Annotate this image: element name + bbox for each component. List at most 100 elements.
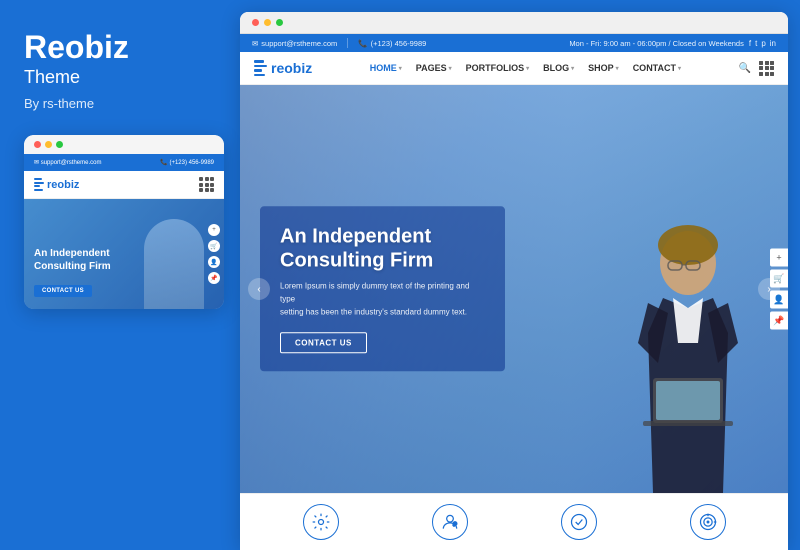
bottom-icon-person: $ — [432, 504, 468, 540]
menu-item-shop[interactable]: SHOP ▾ — [588, 63, 619, 73]
twitter-icon[interactable]: t — [755, 39, 757, 48]
settings-icon — [303, 504, 339, 540]
instagram-icon[interactable]: in — [770, 39, 776, 48]
chevron-down-icon: ▾ — [526, 65, 529, 72]
grid-dot — [199, 183, 203, 187]
desktop-logo-bar-2 — [254, 65, 267, 68]
facebook-icon[interactable]: f — [749, 39, 751, 48]
topbar-email: ✉ support@rstheme.com — [252, 39, 337, 48]
grid-dot — [205, 188, 209, 192]
menu-portfolios-label: PORTFOLIOS — [466, 63, 525, 73]
right-panel: ✉ support@rstheme.com 📞 (+123) 456-9989 … — [240, 12, 788, 550]
menu-item-pages[interactable]: PAGES ▾ — [416, 63, 452, 73]
menu-shop-label: SHOP — [588, 63, 614, 73]
mobile-mockup: ✉ support@rstheme.com 📞 (+123) 456-9989 … — [24, 135, 224, 309]
hero-body-text: Lorem Ipsum is simply dummy text of the … — [280, 280, 485, 318]
person-icon: $ — [432, 504, 468, 540]
topbar-hours: Mon - Fri: 9:00 am - 06:00pm / Closed on… — [569, 39, 744, 48]
target-icon — [690, 504, 726, 540]
desktop-logo-bar-4 — [254, 74, 265, 77]
hero-content-box: An IndependentConsulting Firm Lorem Ipsu… — [260, 206, 505, 371]
topbar-left: ✉ support@rstheme.com 📞 (+123) 456-9989 — [252, 38, 426, 48]
logo-bar-2 — [34, 182, 44, 184]
theme-by: By rs-theme — [24, 96, 216, 111]
menu-item-blog[interactable]: BLOG ▾ — [543, 63, 574, 73]
dot-green — [56, 141, 63, 148]
mobile-side-icon-pin[interactable]: 📌 — [208, 272, 220, 284]
mobile-nav: reobiz — [24, 171, 224, 199]
chevron-down-icon: ▾ — [571, 65, 574, 72]
hero-side-icon-user[interactable]: 👤 — [770, 291, 788, 309]
mobile-email: ✉ support@rstheme.com — [34, 159, 101, 166]
mobile-logo: reobiz — [34, 178, 79, 191]
menu-contact-label: CONTACT — [633, 63, 676, 73]
theme-subtitle: Theme — [24, 67, 216, 88]
mobile-logo-text: reobiz — [47, 179, 79, 191]
menu-home-label: HOME — [370, 63, 397, 73]
hero-person-area — [558, 85, 758, 493]
search-icon[interactable]: 🔍 — [739, 63, 751, 74]
topbar-phone: 📞 (+123) 456-9989 — [358, 39, 426, 48]
bottom-icons-section: $ — [240, 493, 788, 550]
nav-grid-icon[interactable] — [759, 61, 774, 76]
email-icon: ✉ — [252, 39, 258, 48]
check-icon — [561, 504, 597, 540]
hero-side-icons: + 🛒 👤 📌 — [770, 249, 788, 330]
dot-yellow — [45, 141, 52, 148]
person-silhouette — [568, 223, 758, 493]
menu-pages-label: PAGES — [416, 63, 447, 73]
menu-item-home[interactable]: HOME ▾ — [370, 63, 402, 73]
grid-dot — [210, 177, 214, 181]
browser-dot-green — [276, 19, 283, 26]
mobile-topbar-info: ✉ support@rstheme.com 📞 (+123) 456-9989 — [24, 154, 224, 171]
chevron-down-icon: ▾ — [449, 65, 452, 72]
mobile-cta-button[interactable]: CONTACT US — [34, 285, 92, 297]
left-panel: Reobiz Theme By rs-theme ✉ support@rsthe… — [0, 0, 240, 550]
grid-dot — [210, 183, 214, 187]
mobile-browser-bar — [24, 135, 224, 154]
slider-prev-button[interactable]: ‹ — [248, 278, 270, 300]
grid-dot — [205, 183, 209, 187]
menu-blog-label: BLOG — [543, 63, 569, 73]
hero-cta-button[interactable]: CONTACT US — [280, 333, 367, 354]
desktop-logo-bars-icon — [254, 60, 267, 76]
phone-icon: 📞 — [358, 39, 367, 48]
logo-bar-1 — [34, 178, 42, 180]
pinterest-icon[interactable]: p — [761, 39, 765, 48]
desktop-menu: HOME ▾ PAGES ▾ PORTFOLIOS ▾ BLOG ▾ SHOP … — [370, 63, 681, 73]
nav-icons: 🔍 — [739, 61, 774, 76]
topbar-divider — [347, 38, 348, 48]
chevron-down-icon: ▾ — [399, 65, 402, 72]
chevron-down-icon: ▾ — [616, 65, 619, 72]
browser-chrome — [240, 12, 788, 34]
menu-item-portfolios[interactable]: PORTFOLIOS ▾ — [466, 63, 530, 73]
grid-dot — [210, 188, 214, 192]
hero-side-icon-plus[interactable]: + — [770, 249, 788, 267]
mobile-hero: An IndependentConsulting Firm CONTACT US… — [24, 199, 224, 309]
hero-side-icon-pin[interactable]: 📌 — [770, 312, 788, 330]
grid-dot — [199, 188, 203, 192]
bottom-icon-settings — [303, 504, 339, 540]
logo-bars-icon — [34, 178, 44, 191]
bottom-icon-target — [690, 504, 726, 540]
mobile-side-icon-user[interactable]: 👤 — [208, 256, 220, 268]
mobile-side-icon-plus[interactable]: + — [208, 224, 220, 236]
chevron-down-icon: ▾ — [678, 65, 681, 72]
desktop-hero: An IndependentConsulting Firm Lorem Ipsu… — [240, 85, 788, 493]
mobile-side-icon-cart[interactable]: 🛒 — [208, 240, 220, 252]
mobile-hero-title: An IndependentConsulting Firm — [34, 247, 111, 273]
mobile-menu-icon[interactable] — [199, 177, 214, 192]
mobile-person-shape — [144, 219, 204, 309]
desktop-topbar: ✉ support@rstheme.com 📞 (+123) 456-9989 … — [240, 34, 788, 52]
logo-bar-4 — [34, 189, 43, 191]
hero-title: An IndependentConsulting Firm — [280, 224, 485, 272]
browser-dot-red — [252, 19, 259, 26]
theme-title: Reobiz — [24, 30, 216, 65]
mobile-hero-content: An IndependentConsulting Firm CONTACT US — [34, 247, 111, 297]
browser-dot-yellow — [264, 19, 271, 26]
grid-dot — [205, 177, 209, 181]
dot-red — [34, 141, 41, 148]
hero-side-icon-cart[interactable]: 🛒 — [770, 270, 788, 288]
menu-item-contact[interactable]: CONTACT ▾ — [633, 63, 681, 73]
logo-bar-3 — [34, 185, 40, 187]
